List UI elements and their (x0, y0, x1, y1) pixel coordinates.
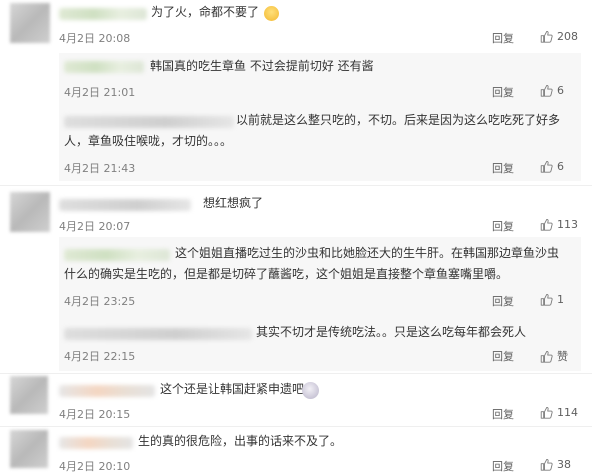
divider (0, 426, 592, 427)
comment-time: 4月2日 20:07 (59, 220, 131, 233)
reply-button[interactable]: 回复 (492, 293, 514, 309)
like-count: 6 (557, 160, 564, 173)
reply-time: 4月2日 23:25 (64, 295, 136, 308)
reply-time: 4月2日 22:15 (64, 350, 136, 363)
like-count: 113 (557, 218, 578, 231)
like-count: 1 (557, 293, 564, 306)
emoji-icon (302, 382, 319, 399)
username-blurred[interactable] (64, 116, 234, 128)
reply-button[interactable]: 回复 (492, 160, 514, 176)
thumb-up-icon (540, 350, 553, 363)
thumb-up-icon (540, 84, 553, 97)
reply-text: 其实不切才是传统吃法。。只是这么吃每年都会死人 (256, 325, 527, 339)
comment-time: 4月2日 20:08 (59, 32, 131, 45)
username-blurred[interactable] (64, 61, 144, 73)
comment-time: 4月2日 20:10 (59, 460, 131, 473)
avatar[interactable] (10, 192, 50, 232)
reply-time: 4月2日 21:01 (64, 86, 136, 99)
like-button[interactable]: 1 (540, 293, 564, 306)
thumb-up-icon (540, 293, 553, 306)
reply-button[interactable]: 回复 (492, 458, 514, 474)
thumb-up-icon (540, 30, 553, 43)
like-button[interactable]: 113 (540, 218, 578, 231)
username-blurred[interactable] (59, 199, 191, 211)
like-count: 6 (557, 84, 564, 97)
reply-text: 韩国真的吃生章鱼 不过会提前切好 还有酱 (150, 59, 374, 73)
reply-button[interactable]: 回复 (492, 30, 514, 46)
reply-button[interactable]: 回复 (492, 406, 514, 422)
avatar[interactable] (10, 430, 48, 468)
thumb-up-icon (540, 218, 553, 231)
username-blurred[interactable] (59, 437, 133, 449)
like-count: 114 (557, 406, 578, 419)
comment-text: 想红想疯了 (203, 196, 264, 210)
thumb-up-icon (540, 458, 553, 471)
like-button[interactable]: 38 (540, 458, 571, 471)
like-label: 赞 (557, 350, 568, 363)
username-blurred[interactable] (59, 8, 147, 20)
reply-text-line: 人，章鱼吸住喉咙，才切的。。。 (64, 134, 233, 148)
reply-button[interactable]: 回复 (492, 84, 514, 100)
divider (0, 373, 592, 374)
reply-text-line: 什么的确实是生吃的，但是都是切碎了蘸酱吃，这个姐姐是直接整个章鱼塞嘴里嚼。 (64, 267, 509, 281)
like-count: 208 (557, 30, 578, 43)
thumb-up-icon (540, 160, 553, 173)
thumb-up-icon (540, 406, 553, 419)
like-button[interactable]: 208 (540, 30, 578, 43)
divider (0, 185, 592, 186)
like-count: 38 (557, 458, 571, 471)
like-button[interactable]: 114 (540, 406, 578, 419)
comment-text: 这个还是让韩国赶紧申遗吧 (160, 382, 305, 396)
avatar[interactable] (10, 3, 50, 43)
like-button[interactable]: 6 (540, 84, 564, 97)
comment-text: 为了火，命都不要了 (151, 5, 260, 19)
username-blurred[interactable] (64, 328, 252, 340)
comment-text: 生的真的很危险，出事的话来不及了。 (138, 434, 343, 448)
reply-time: 4月2日 21:43 (64, 162, 136, 175)
like-button[interactable]: 赞 (540, 348, 568, 364)
username-blurred[interactable] (59, 385, 155, 397)
username-blurred[interactable] (64, 249, 170, 261)
like-button[interactable]: 6 (540, 160, 564, 173)
reply-text-line: 这个姐姐直播吃过生的沙虫和比她脸还大的生牛肝。在韩国那边章鱼沙虫 (175, 246, 560, 260)
avatar[interactable] (10, 376, 48, 414)
reply-text-line: 以前就是这么整只吃的，不切。后来是因为这么吃吃死了好多 (236, 113, 561, 127)
reply-button[interactable]: 回复 (492, 218, 514, 234)
comment-time: 4月2日 20:15 (59, 408, 131, 421)
emoji-icon (264, 6, 279, 21)
reply-button[interactable]: 回复 (492, 348, 514, 364)
